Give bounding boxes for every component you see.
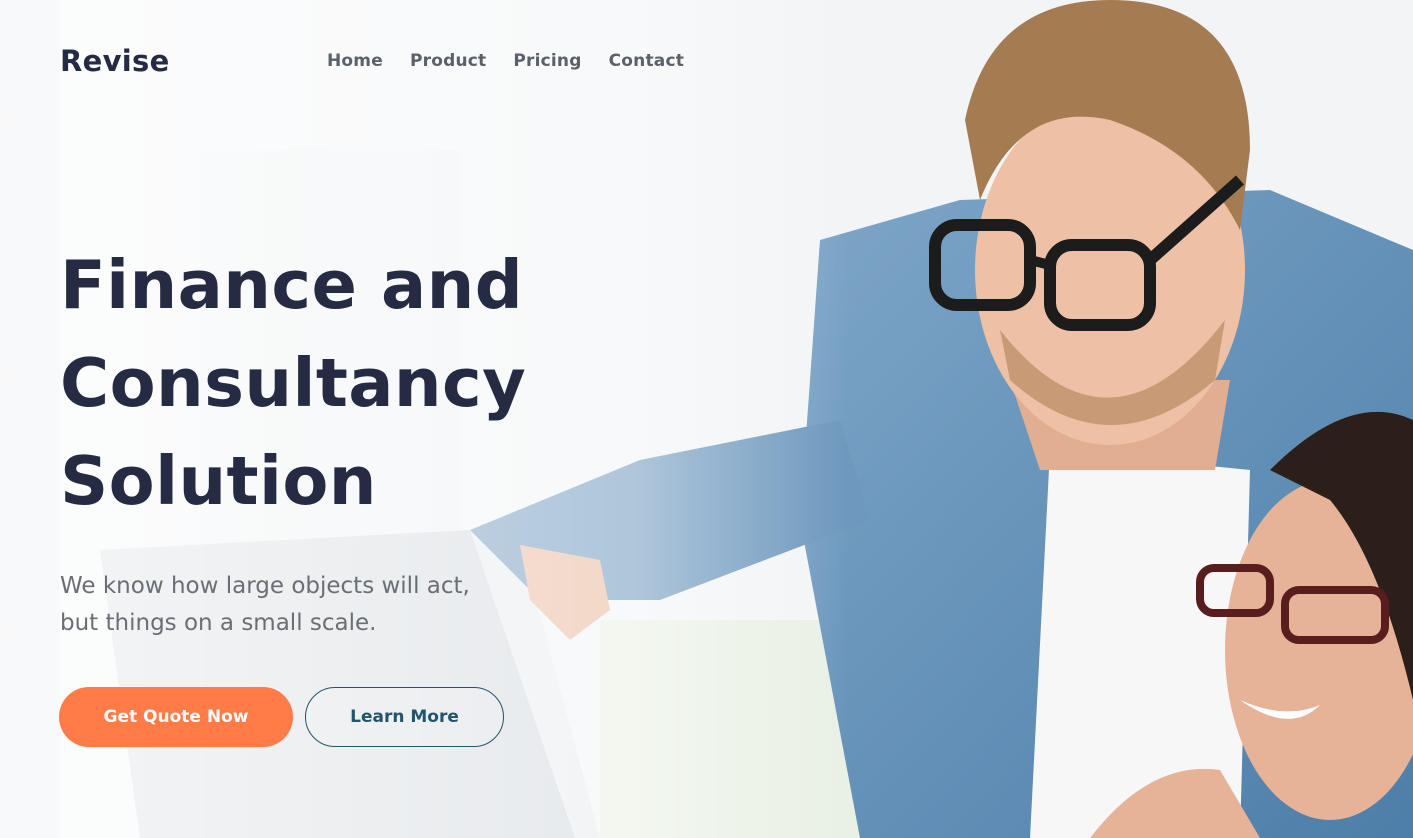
nav-link-home[interactable]: Home bbox=[327, 51, 383, 71]
hero-title-line-1: Finance and bbox=[60, 246, 524, 324]
hero-subtitle-line-2: but things on a small scale. bbox=[60, 610, 377, 636]
hero-title-line-2: Consultancy bbox=[60, 344, 527, 422]
hero-subtitle-line-1: We know how large objects will act, bbox=[60, 573, 470, 599]
nav-link-contact[interactable]: Contact bbox=[609, 51, 684, 71]
get-quote-button[interactable]: Get Quote Now bbox=[59, 687, 293, 747]
brand-logo[interactable]: Revise bbox=[60, 44, 170, 78]
hero-subtitle: We know how large objects will act, but … bbox=[60, 568, 580, 642]
main-menu: Home Product Pricing Contact bbox=[327, 51, 684, 71]
nav-link-product[interactable]: Product bbox=[410, 51, 486, 71]
hero-title: Finance and Consultancy Solution bbox=[60, 236, 526, 530]
top-navigation: Revise Home Product Pricing Contact bbox=[0, 0, 1413, 124]
hero-title-line-3: Solution bbox=[60, 442, 377, 520]
learn-more-button[interactable]: Learn More bbox=[305, 687, 504, 747]
nav-link-pricing[interactable]: Pricing bbox=[513, 51, 581, 71]
